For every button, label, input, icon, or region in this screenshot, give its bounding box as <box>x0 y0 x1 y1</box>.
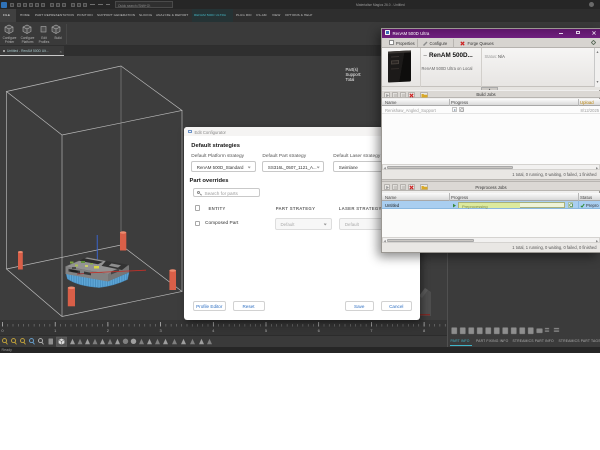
svg-text:0: 0 <box>1 328 4 333</box>
svg-text:6: 6 <box>318 328 321 333</box>
svg-text:3: 3 <box>159 328 162 333</box>
svg-text:4: 4 <box>212 328 215 333</box>
svg-text:7: 7 <box>370 328 373 333</box>
svg-text:1: 1 <box>54 328 57 333</box>
svg-text:5: 5 <box>265 328 268 333</box>
svg-text:2: 2 <box>107 328 110 333</box>
svg-text:8: 8 <box>423 328 426 333</box>
